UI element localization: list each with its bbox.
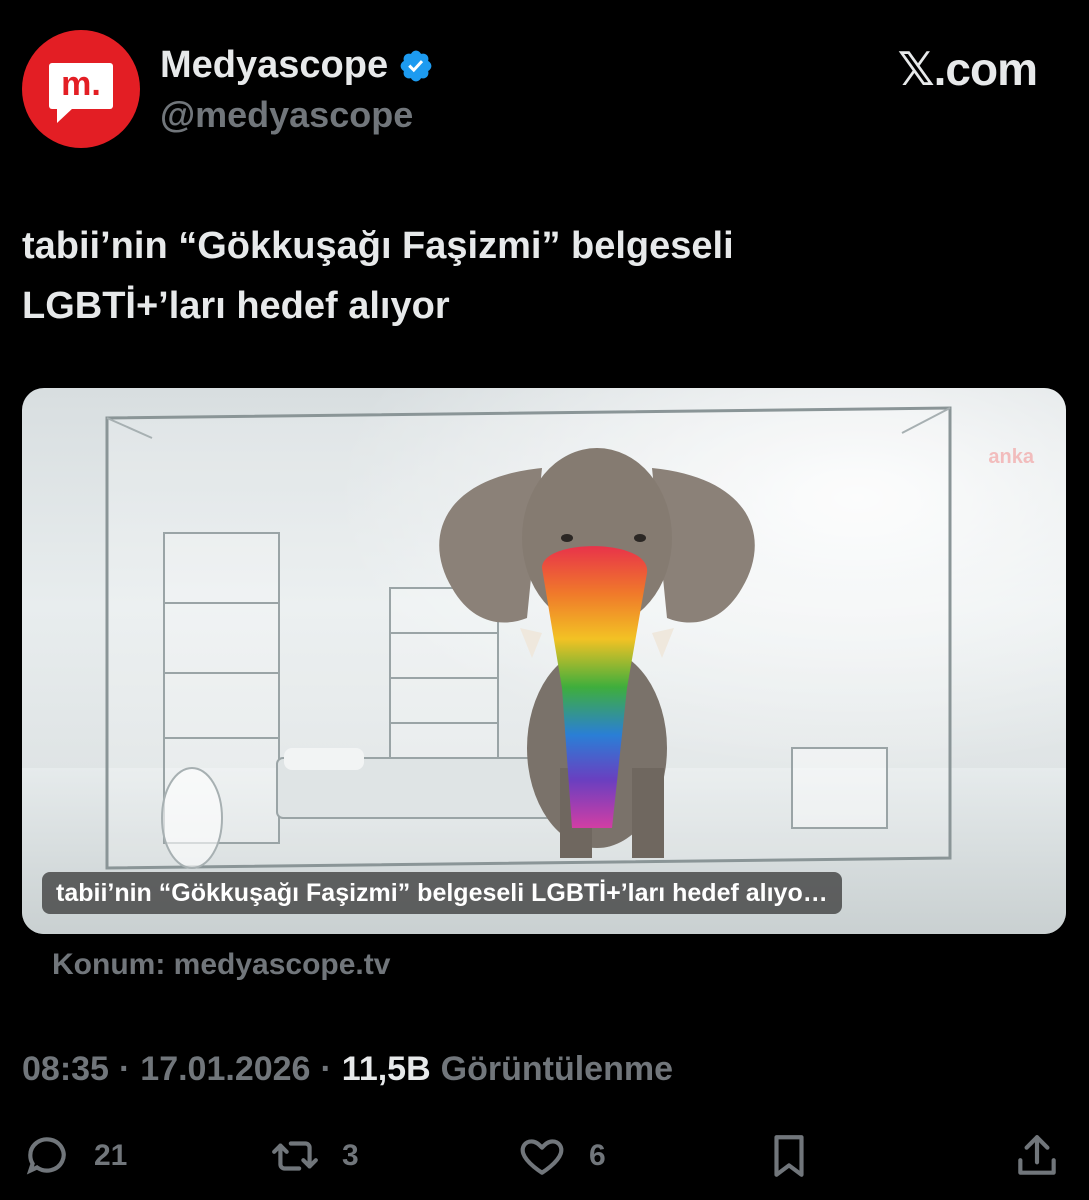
verified-badge-icon bbox=[400, 50, 432, 81]
author-handle[interactable]: @medyascope bbox=[160, 94, 413, 136]
bookmark-icon bbox=[774, 1135, 804, 1177]
tweet-header: m. Medyascope @medyascope 𝕏.com bbox=[22, 30, 1067, 150]
reply-count: 21 bbox=[94, 1139, 128, 1172]
card-source[interactable]: Konum: medyascope.tv bbox=[52, 948, 390, 982]
tweet-time[interactable]: 08:35 bbox=[22, 1050, 109, 1089]
tweet-date[interactable]: 17.01.2026 bbox=[140, 1050, 310, 1089]
watermark: anka bbox=[988, 446, 1034, 468]
tweet-text-line: LGBTİ+’ları hedef alıyor bbox=[22, 285, 450, 327]
share-icon bbox=[1018, 1135, 1056, 1175]
tweet-text: tabii’nin “Gökkuşağı Faşizmi” belgeseli … bbox=[22, 216, 1022, 336]
separator: · bbox=[320, 1050, 332, 1088]
avatar[interactable]: m. bbox=[22, 30, 140, 148]
avatar-logo: m. bbox=[49, 63, 113, 123]
avatar-letter: m. bbox=[61, 65, 101, 103]
repost-icon bbox=[272, 1141, 318, 1171]
x-logo: 𝕏.com bbox=[897, 43, 1038, 95]
action-bar: 21 3 6 bbox=[22, 1128, 1067, 1184]
separator: · bbox=[118, 1050, 131, 1088]
link-card[interactable]: anka tabii’nin “Gökkuşağı Faşizmi” belge… bbox=[22, 388, 1066, 934]
views-label: Görüntülenme bbox=[440, 1050, 673, 1088]
reply-button[interactable]: 21 bbox=[22, 1128, 127, 1184]
author-name-row: Medyascope bbox=[160, 44, 434, 87]
heart-icon bbox=[520, 1139, 564, 1175]
bookmark-button[interactable] bbox=[764, 1128, 814, 1184]
tweet-meta: 08:35 · 17.01.2026 · 11,5B Görüntülenme bbox=[22, 1050, 673, 1089]
views-count: 11,5B bbox=[341, 1050, 431, 1088]
card-caption: tabii’nin “Gökkuşağı Faşizmi” belgeseli … bbox=[42, 872, 842, 914]
share-button[interactable] bbox=[1012, 1128, 1062, 1184]
repost-button[interactable]: 3 bbox=[270, 1128, 359, 1184]
reply-icon bbox=[26, 1137, 66, 1175]
like-button[interactable]: 6 bbox=[517, 1128, 606, 1184]
repost-count: 3 bbox=[342, 1139, 359, 1172]
tweet-text-line: tabii’nin “Gökkuşağı Faşizmi” belgeseli bbox=[22, 225, 734, 267]
card-image bbox=[22, 388, 1066, 934]
author-name[interactable]: Medyascope bbox=[160, 44, 388, 87]
like-count: 6 bbox=[589, 1139, 606, 1172]
